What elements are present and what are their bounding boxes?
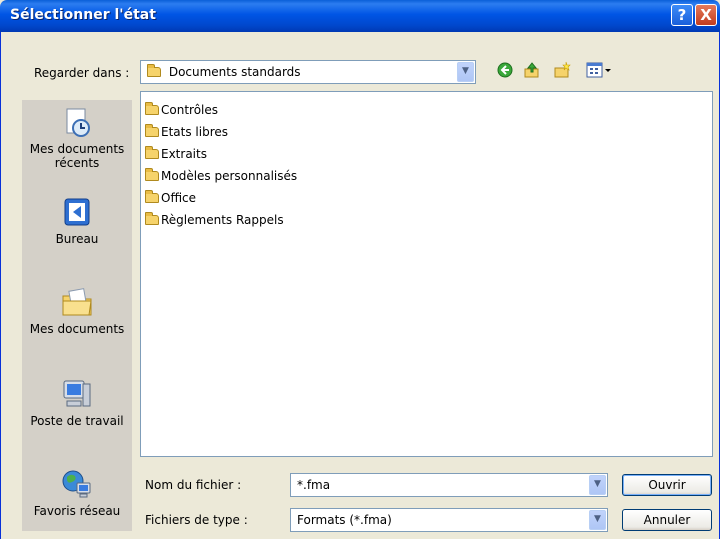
place-recent-documents[interactable]: Mes documents récents	[22, 106, 132, 170]
list-item[interactable]: Contrôles	[145, 102, 218, 118]
place-my-computer[interactable]: Poste de travail	[22, 378, 132, 428]
list-item-label: Modèles personnalisés	[161, 169, 298, 183]
chevron-down-icon[interactable]: ▼	[589, 475, 606, 495]
filename-value: *.fma	[297, 478, 331, 492]
folder-icon	[145, 212, 159, 225]
place-my-documents[interactable]: Mes documents	[22, 286, 132, 336]
window-title: Sélectionner l'état	[10, 7, 156, 23]
folder-icon	[145, 168, 159, 181]
filetype-label: Fichiers de type :	[145, 513, 248, 527]
place-label: Bureau	[55, 232, 99, 246]
list-item-label: Extraits	[161, 147, 207, 161]
folder-icon	[145, 190, 159, 203]
place-network[interactable]: Favoris réseau	[22, 468, 132, 518]
lookin-dropdown[interactable]: Documents standards ▼	[140, 60, 476, 84]
chevron-down-icon[interactable]: ▼	[589, 510, 606, 530]
filename-label: Nom du fichier :	[145, 478, 242, 492]
up-folder-icon[interactable]	[523, 61, 541, 79]
file-list[interactable]: Contrôles Etats libres Extraits Modèles …	[140, 91, 713, 457]
chevron-down-icon[interactable]: ▼	[457, 62, 474, 82]
folder-icon	[145, 102, 159, 115]
list-item-label: Office	[161, 191, 197, 205]
place-label: Mes documents récents	[29, 142, 125, 170]
place-label: Favoris réseau	[33, 504, 121, 518]
help-button[interactable]: ?	[671, 4, 693, 26]
place-desktop[interactable]: Bureau	[22, 196, 132, 246]
cancel-button[interactable]: Annuler	[622, 509, 712, 531]
list-item[interactable]: Etats libres	[145, 124, 228, 140]
folder-icon	[147, 64, 161, 77]
my-computer-icon	[61, 378, 93, 410]
list-item[interactable]: Modèles personnalisés	[145, 168, 297, 184]
title-bar[interactable]: Sélectionner l'état ? X	[0, 0, 720, 32]
list-item-label: Contrôles	[161, 103, 219, 117]
list-item[interactable]: Règlements Rappels	[145, 212, 284, 228]
recent-documents-icon	[61, 106, 93, 138]
lookin-label: Regarder dans :	[34, 66, 130, 80]
lookin-value: Documents standards	[168, 65, 301, 79]
views-menu-icon[interactable]	[584, 61, 614, 79]
desktop-icon	[61, 196, 93, 228]
back-icon[interactable]	[496, 62, 514, 80]
folder-icon	[145, 124, 159, 137]
list-item[interactable]: Office	[145, 190, 196, 206]
network-places-icon	[61, 468, 93, 500]
filetype-value: Formats (*.fma)	[297, 513, 392, 527]
list-item-label: Etats libres	[161, 125, 229, 139]
list-item-label: Règlements Rappels	[161, 213, 284, 227]
new-folder-icon[interactable]	[553, 61, 571, 79]
folder-icon	[145, 146, 159, 159]
filename-input[interactable]: *.fma ▼	[290, 473, 608, 497]
list-item[interactable]: Extraits	[145, 146, 207, 162]
places-bar: Mes documents récents Bureau Mes documen…	[22, 100, 132, 531]
open-button[interactable]: Ouvrir	[622, 474, 712, 496]
close-button[interactable]: X	[695, 4, 717, 26]
filetype-dropdown[interactable]: Formats (*.fma) ▼	[290, 508, 608, 532]
place-label: Poste de travail	[30, 414, 124, 428]
my-documents-icon	[61, 286, 93, 318]
place-label: Mes documents	[29, 322, 125, 336]
